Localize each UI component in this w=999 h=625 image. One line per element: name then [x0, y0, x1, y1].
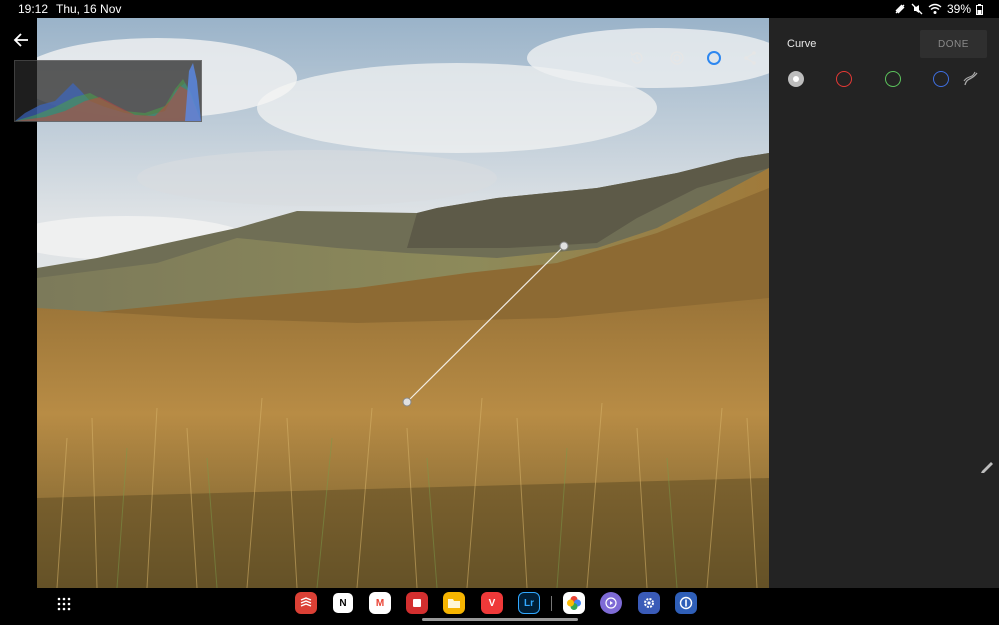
app-dock: N M V Lr	[0, 588, 999, 625]
channel-green[interactable]	[885, 71, 901, 87]
files-app-icon[interactable]	[443, 592, 465, 614]
dock-divider	[551, 596, 552, 611]
curve-panel: Curve DONE	[769, 18, 999, 588]
point-curve-icon[interactable]	[963, 71, 979, 87]
status-time: 19:12	[18, 2, 49, 16]
arrow-left-icon	[13, 33, 28, 47]
lightroom-app-icon[interactable]: Lr	[518, 592, 540, 614]
status-date: Thu, 16 Nov	[56, 2, 122, 16]
notion-app-glyph: N	[339, 597, 347, 609]
done-button[interactable]: DONE	[920, 30, 987, 58]
channel-luminance[interactable]	[788, 71, 804, 87]
nfc-icon	[895, 4, 905, 14]
app-drawer-icon[interactable]	[56, 596, 72, 612]
gmail-app-glyph: M	[375, 597, 385, 609]
pencil-icon[interactable]	[979, 458, 997, 476]
vivaldi-app-icon[interactable]: V	[481, 592, 503, 614]
history-icon[interactable]	[627, 48, 647, 68]
1password-app-icon[interactable]	[675, 592, 697, 614]
notes-app-icon[interactable]	[406, 592, 428, 614]
video-player-app-icon[interactable]	[600, 592, 622, 614]
circle-icon[interactable]	[704, 48, 724, 68]
vivaldi-app-glyph: V	[488, 597, 496, 609]
panel-title: Curve	[787, 38, 817, 50]
status-icons: 39%	[894, 0, 983, 18]
channel-red[interactable]	[836, 71, 852, 87]
gmail-app-icon[interactable]: M	[369, 592, 391, 614]
todoist-app-icon[interactable]	[295, 592, 317, 614]
back-button[interactable]	[8, 28, 34, 52]
battery-percent: 39%	[946, 2, 971, 16]
google-photos-app-icon[interactable]	[563, 592, 585, 614]
home-indicator[interactable]	[422, 618, 578, 621]
compare-icon[interactable]	[667, 48, 687, 68]
notion-app-icon[interactable]: N	[332, 592, 354, 614]
lightroom-app-glyph: Lr	[524, 597, 534, 609]
photo-toolbar	[627, 48, 769, 68]
wifi-icon	[928, 3, 942, 14]
histogram	[14, 60, 202, 122]
status-bar: 19:12 Thu, 16 Nov 39%	[0, 0, 999, 18]
settings-app-icon[interactable]	[638, 592, 660, 614]
mute-icon	[911, 3, 923, 15]
share-icon[interactable]	[740, 48, 760, 68]
battery-icon	[976, 3, 983, 15]
channel-blue[interactable]	[933, 71, 949, 87]
